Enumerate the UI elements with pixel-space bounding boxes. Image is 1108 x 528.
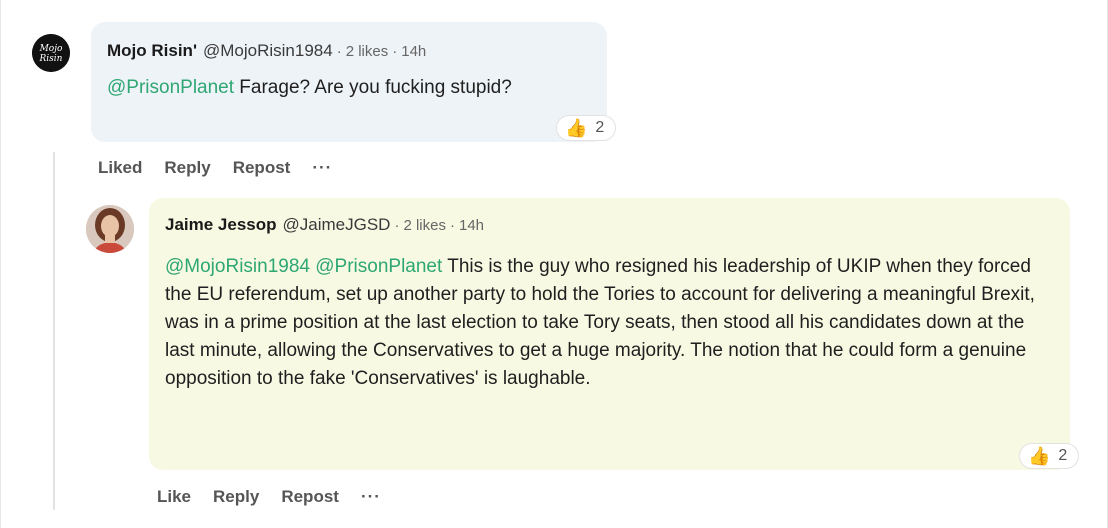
reply-button[interactable]: Reply	[213, 487, 259, 506]
svg-text:Mojo: Mojo	[39, 44, 63, 54]
mention-link[interactable]: @PrisonPlanet	[107, 77, 234, 98]
repost-button[interactable]: Repost	[281, 487, 339, 506]
reaction-count: 2	[1058, 447, 1068, 464]
frame-left-border	[0, 0, 1, 528]
avatar-mojo-risin[interactable]: Mojo Risin	[32, 34, 70, 72]
comment-bubble-1: Mojo Risin' @MojoRisin1984 · 2 likes · 14h @P…	[91, 22, 607, 142]
author-handle[interactable]: @JaimeJGSD	[283, 215, 391, 234]
separator: ·	[450, 217, 455, 234]
comment-body: Farage? Are you fucking stupid?	[234, 77, 512, 98]
mention-link[interactable]: @MojoRisin1984	[165, 256, 310, 277]
more-options-button[interactable]: ···	[361, 487, 381, 506]
timestamp[interactable]: 14h	[401, 43, 426, 60]
like-button[interactable]: Like	[157, 487, 191, 506]
reply-button[interactable]: Reply	[164, 158, 210, 177]
separator: ·	[336, 43, 342, 60]
author-name[interactable]: Mojo Risin'	[107, 41, 197, 60]
reaction-count: 2	[595, 119, 605, 136]
liked-button[interactable]: Liked	[98, 158, 142, 177]
comment-text: @PrisonPlanet Farage? Are you fucking st…	[107, 74, 512, 102]
comment-header: Jaime Jessop @JaimeJGSD · 2 likes · 14h	[165, 215, 484, 235]
likes-count[interactable]: 2 likes	[346, 43, 389, 60]
reaction-pill[interactable]: 👍 2	[1019, 443, 1079, 469]
avatar-jaime-jessop[interactable]	[86, 205, 134, 253]
more-options-button[interactable]: ···	[312, 158, 332, 177]
comment-bubble-2: Jaime Jessop @JaimeJGSD · 2 likes · 14h @Mojo…	[149, 198, 1070, 470]
likes-count[interactable]: 2 likes	[403, 217, 446, 234]
comment-actions: Like Reply Repost ···	[157, 487, 403, 507]
author-name[interactable]: Jaime Jessop	[165, 215, 277, 234]
comment-text: @MojoRisin1984 @PrisonPlanet This is the…	[165, 253, 1055, 393]
separator: ·	[392, 43, 398, 60]
reaction-pill[interactable]: 👍 2	[556, 115, 616, 141]
timestamp[interactable]: 14h	[459, 217, 484, 234]
comment-header: Mojo Risin' @MojoRisin1984 · 2 likes · 14h	[107, 41, 426, 61]
thumbs-up-icon: 👍	[1028, 445, 1051, 466]
separator: ·	[394, 217, 400, 234]
comment-actions: Liked Reply Repost ···	[98, 158, 354, 178]
thread-line	[53, 152, 55, 510]
mention-link[interactable]: @PrisonPlanet	[315, 256, 442, 277]
avatar-photo-icon	[86, 205, 134, 253]
repost-button[interactable]: Repost	[233, 158, 291, 177]
author-handle[interactable]: @MojoRisin1984	[203, 41, 333, 60]
thumbs-up-icon: 👍	[565, 117, 588, 138]
avatar-logo-icon: Mojo Risin	[32, 34, 70, 72]
svg-text:Risin: Risin	[39, 54, 63, 64]
